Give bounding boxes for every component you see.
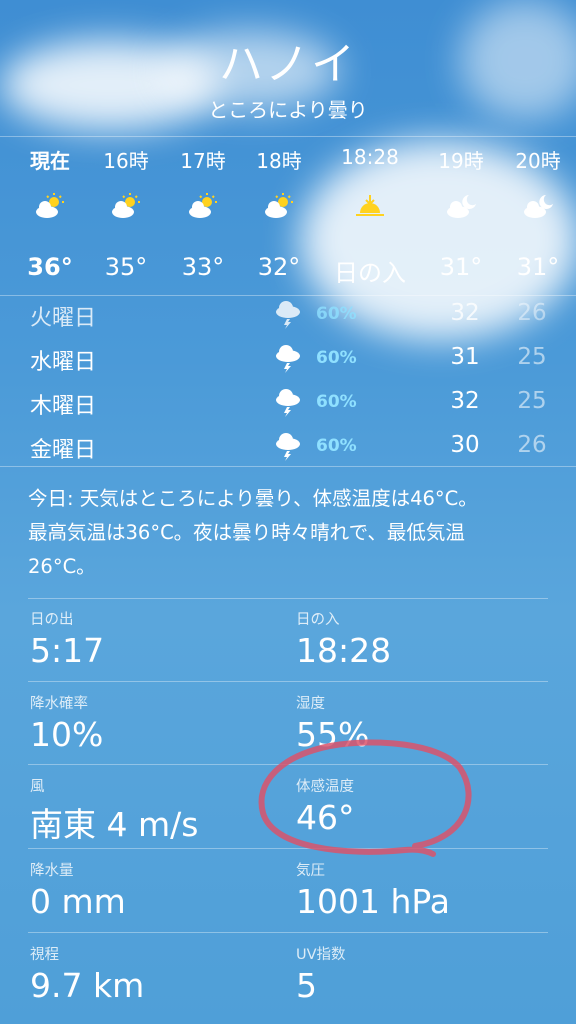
daily-row: 火曜日 60% 32 26 [0,294,576,338]
hourly-forecast[interactable]: 現在 36° 16時 35° 17時 33° 18時 32° 18:28 日の入… [0,136,576,296]
detail-label: 降水量 [30,863,74,879]
thunderstorm-icon [276,345,300,373]
day-name: 火曜日 [30,306,97,331]
current-condition: ところにより曇り [208,98,368,122]
detail-value: 46° [296,798,355,837]
hour-time: 19時 [438,149,484,173]
precip-chance: 60% [316,436,357,456]
detail-value: 55% [296,715,370,754]
thunderstorm-icon [276,301,300,329]
detail-visibility: 視程 9.7 km [30,933,280,1015]
precip-chance: 60% [316,392,357,412]
daily-forecast[interactable]: 火曜日 60% 32 26 水曜日 60% 31 25 木曜日 60% 32 2… [0,294,576,467]
hour-temp: 日の入 [334,259,406,287]
hour-time: 18:28 [341,145,399,169]
low-temp: 25 [517,388,547,414]
daily-row: 木曜日 60% 32 25 [0,382,576,426]
hour-temp: 31° [439,253,483,281]
detail-value: 18:28 [296,631,392,670]
low-temp: 25 [517,344,547,370]
detail-value: 南東 4 m/s [30,805,199,844]
detail-label: UV指数 [296,947,346,963]
weather-summary: 今日: 天気はところにより曇り、体感温度は46°C。 最高気温は36°C。夜は曇… [28,482,548,584]
detail-value: 5 [296,966,317,1005]
day-name: 水曜日 [30,350,97,375]
detail-value: 0 mm [30,882,126,921]
hour-time: 17時 [180,149,226,173]
detail-sunrise: 日の出 5:17 [30,598,280,680]
detail-label: 湿度 [296,696,325,712]
detail-uv-index: UV指数 5 [296,933,546,1015]
hour-temp: 36° [27,253,73,281]
detail-precipitation: 降水量 0 mm [30,849,280,931]
detail-label: 気圧 [296,863,325,879]
precip-chance: 60% [316,304,357,324]
partly-cloudy-day-icon [189,193,217,218]
day-name: 木曜日 [30,394,97,419]
detail-wind: 風 南東 4 m/s [30,765,280,847]
hour-time: 16時 [103,149,149,173]
hour-time: 現在 [30,149,70,173]
partly-cloudy-day-icon [112,193,140,218]
precip-chance: 60% [316,348,357,368]
high-temp: 32 [450,388,480,414]
partly-cloudy-day-icon [36,193,64,218]
detail-label: 体感温度 [296,779,354,795]
detail-label: 降水確率 [30,696,88,712]
detail-label: 日の出 [30,612,74,628]
detail-value: 10% [30,715,104,754]
thunderstorm-icon [276,433,300,461]
detail-label: 視程 [30,947,59,963]
partly-cloudy-night-icon [524,195,553,218]
partly-cloudy-night-icon [447,195,476,218]
summary-line: 最高気温は36°C。夜は曇り時々晴れで、最低気温 [28,521,465,544]
detail-humidity: 湿度 55% [296,682,546,764]
low-temp: 26 [517,432,547,458]
high-temp: 30 [450,432,480,458]
weather-header: ハノイ ところにより曇り [0,28,576,123]
daily-row: 金曜日 60% 30 26 [0,426,576,470]
summary-line: 26°C。 [28,555,96,578]
partly-cloudy-day-icon [265,193,293,218]
high-temp: 32 [450,300,480,326]
high-temp: 31 [450,344,480,370]
low-temp: 26 [517,300,547,326]
thunderstorm-icon [276,389,300,417]
hour-temp: 33° [181,253,225,281]
detail-value: 1001 hPa [296,882,451,921]
detail-label: 日の入 [296,612,340,628]
detail-pressure: 気圧 1001 hPa [296,849,546,931]
hour-temp: 35° [104,253,148,281]
detail-sunset: 日の入 18:28 [296,598,546,680]
daily-row: 水曜日 60% 31 25 [0,338,576,382]
detail-value: 5:17 [30,631,105,670]
city-name: ハノイ [219,39,357,90]
hour-time: 18時 [256,149,302,173]
hour-time: 20時 [515,149,561,173]
summary-line: 今日: 天気はところにより曇り、体感温度は46°C。 [28,487,478,510]
detail-label: 風 [30,779,45,795]
detail-precip-chance: 降水確率 10% [30,682,280,764]
day-name: 金曜日 [30,438,97,463]
detail-feels-like: 体感温度 46° [296,765,546,847]
hour-temp: 31° [516,253,560,281]
detail-value: 9.7 km [30,966,145,1005]
hour-temp: 32° [257,253,301,281]
sunset-icon [356,195,384,216]
